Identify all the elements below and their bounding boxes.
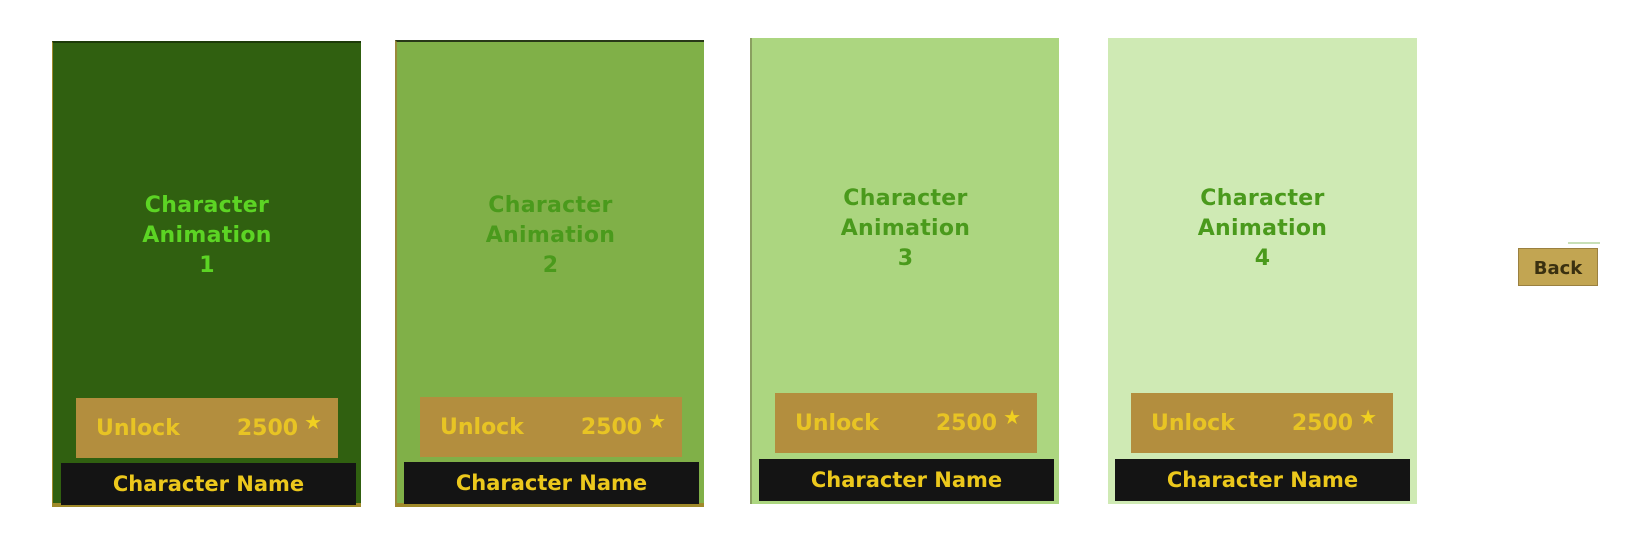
unlock-label: Unlock <box>96 415 180 441</box>
price-value: 2500 <box>580 414 643 440</box>
unlock-button[interactable]: Unlock 2500 ★ <box>76 398 338 458</box>
character-animation-placeholder: Character Animation 1 <box>142 193 272 278</box>
character-card-4[interactable]: Character Animation 4 Unlock 2500 ★ Char… <box>1108 38 1417 504</box>
back-button[interactable]: Back <box>1518 248 1598 286</box>
character-animation-placeholder: Character Animation 4 <box>1197 186 1328 271</box>
character-animation-placeholder: Character Animation 2 <box>485 193 616 278</box>
unlock-label: Unlock <box>795 410 879 436</box>
price-value: 2500 <box>935 410 998 436</box>
character-name: Character Name <box>61 463 356 505</box>
star-icon: ★ <box>1003 405 1021 429</box>
price-value: 2500 <box>236 415 299 441</box>
character-animation-placeholder: Character Animation 3 <box>840 186 971 271</box>
star-icon: ★ <box>1359 405 1377 429</box>
unlock-label: Unlock <box>1151 410 1235 436</box>
unlock-button[interactable]: Unlock 2500 ★ <box>775 393 1037 453</box>
price: 2500 ★ <box>1291 405 1377 436</box>
star-icon: ★ <box>648 409 666 433</box>
divider <box>1568 242 1600 244</box>
unlock-label: Unlock <box>440 414 524 440</box>
unlock-button[interactable]: Unlock 2500 ★ <box>1131 393 1393 453</box>
price: 2500 ★ <box>580 409 666 440</box>
character-card-2[interactable]: Character Animation 2 Unlock 2500 ★ Char… <box>395 40 704 507</box>
character-name: Character Name <box>759 459 1054 501</box>
unlock-button[interactable]: Unlock 2500 ★ <box>420 397 682 457</box>
character-card-3[interactable]: Character Animation 3 Unlock 2500 ★ Char… <box>750 38 1059 504</box>
character-name: Character Name <box>404 462 699 504</box>
star-icon: ★ <box>304 410 322 434</box>
price-value: 2500 <box>1291 410 1354 436</box>
character-card-1[interactable]: Character Animation 1 Unlock 2500 ★ Char… <box>52 41 361 507</box>
price: 2500 ★ <box>236 410 322 441</box>
price: 2500 ★ <box>935 405 1021 436</box>
character-name: Character Name <box>1115 459 1410 501</box>
